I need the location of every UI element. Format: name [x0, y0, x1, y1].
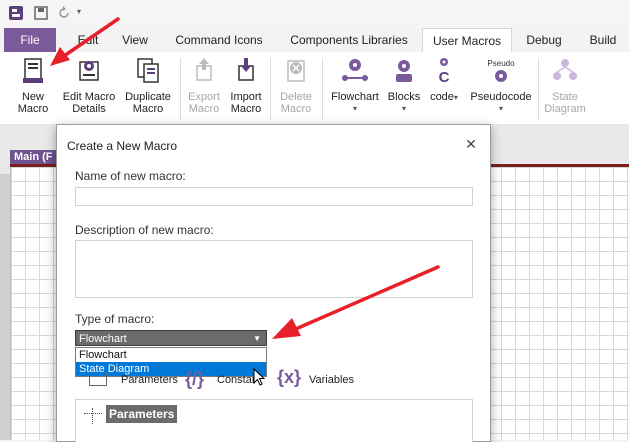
tab-debug[interactable]: Debug [520, 28, 568, 52]
variables-link[interactable]: Variables [309, 374, 354, 386]
pseudo-glyph: Pseudo [487, 59, 515, 68]
c-code-label: code▾ [430, 91, 458, 103]
delete-macro-label: Delete Macro [280, 91, 312, 115]
dialog-title: Create a New Macro [67, 139, 178, 153]
flowchart-button[interactable]: Flowchart ▾ [326, 56, 384, 115]
tab-components-libraries[interactable]: Components Libraries [286, 28, 412, 52]
ribbon-separator [270, 58, 271, 120]
chevron-down-icon: ▼ [253, 334, 261, 343]
macro-name-input[interactable] [75, 187, 473, 206]
export-macro-button[interactable]: Export Macro [184, 56, 224, 115]
parameters-link[interactable]: Parameters [121, 374, 178, 386]
blocks-icon [396, 60, 412, 82]
new-macro-button[interactable]: New Macro [10, 56, 56, 115]
tree-connector [84, 413, 102, 414]
flowchart-icon [342, 59, 368, 81]
edit-macro-label: Edit Macro Details [62, 91, 116, 115]
state-diagram-button[interactable]: State Diagram [540, 56, 590, 115]
create-macro-dialog: Create a New Macro ✕ Name of new macro: … [56, 124, 491, 442]
option-flowchart[interactable]: Flowchart [76, 348, 266, 362]
undo-icon[interactable] [57, 6, 71, 20]
macro-type-select[interactable]: Flowchart ▼ [75, 330, 267, 346]
import-macro-label: Import Macro [230, 91, 262, 115]
pseudocode-caret-icon: ▾ [498, 104, 503, 113]
edit-macro-icon [79, 61, 99, 81]
tab-view[interactable]: View [116, 28, 154, 52]
quick-access-bar: ▾ [0, 0, 629, 28]
export-macro-label: Export Macro [188, 91, 220, 115]
delete-macro-icon [287, 60, 305, 82]
parameters-panel: Parameters [75, 399, 473, 442]
edit-macro-button[interactable]: Edit Macro Details [62, 56, 116, 115]
state-diagram-icon [553, 59, 577, 80]
ribbon-panel: New Macro Edit Macro Details Duplicate M… [0, 52, 629, 125]
parameters-header[interactable]: Parameters [106, 405, 178, 423]
c-code-caret-icon: ▾ [453, 93, 458, 102]
blocks-label: Blocks [387, 91, 421, 103]
export-macro-icon [196, 58, 212, 81]
macro-type-value: Flowchart [79, 333, 127, 345]
blocks-caret-icon: ▾ [401, 104, 406, 113]
c-code-glyph: C [439, 69, 450, 86]
pseudocode-button[interactable]: Pseudo Pseudocode ▾ [466, 56, 536, 115]
blocks-button[interactable]: Blocks ▾ [386, 56, 422, 115]
tree-connector [92, 408, 93, 424]
tab-build[interactable]: Build [582, 28, 624, 52]
flowchart-caret-icon: ▾ [352, 104, 357, 113]
ribbon-separator [322, 58, 323, 120]
save-icon[interactable] [34, 6, 48, 20]
flowchart-label: Flowchart [331, 91, 379, 103]
duplicate-macro-button[interactable]: Duplicate Macro [120, 56, 176, 115]
new-macro-label: New Macro [17, 91, 49, 115]
type-label: Type of macro: [75, 312, 155, 326]
import-macro-icon [238, 58, 254, 81]
close-icon[interactable]: ✕ [461, 134, 481, 154]
parameters-icon [89, 373, 107, 386]
tab-edit[interactable]: Edit [70, 28, 106, 52]
tab-command-icons[interactable]: Command Icons [172, 28, 266, 52]
mouse-cursor-icon [253, 368, 266, 386]
app-icon [9, 6, 23, 20]
left-panel-strip [0, 174, 10, 440]
import-macro-button[interactable]: Import Macro [226, 56, 266, 115]
variables-icon: {x} [277, 367, 302, 387]
pseudocode-icon: Pseudo [487, 59, 515, 82]
constants-icon: {/} [185, 369, 205, 389]
tab-user-macros[interactable]: User Macros [422, 28, 512, 53]
name-label: Name of new macro: [75, 169, 186, 183]
pseudocode-label: Pseudocode [470, 91, 532, 103]
tab-file[interactable]: File [4, 28, 56, 52]
state-diagram-label: State Diagram [544, 91, 586, 115]
c-code-icon: C [439, 58, 450, 86]
description-label: Description of new macro: [75, 223, 214, 237]
ribbon-separator [180, 58, 181, 120]
constants-link[interactable]: Constar [217, 374, 256, 386]
ribbon-tabs: File Edit View Command Icons Components … [0, 28, 629, 53]
customize-toolbar-icon[interactable]: ▾ [77, 7, 81, 16]
new-macro-icon [23, 58, 43, 83]
ribbon-separator [538, 58, 539, 120]
duplicate-macro-label: Duplicate Macro [125, 91, 171, 115]
delete-macro-button[interactable]: Delete Macro [274, 56, 318, 115]
c-code-button[interactable]: C code▾ [426, 56, 462, 104]
duplicate-macro-icon [137, 58, 159, 83]
macro-description-input[interactable] [75, 240, 473, 298]
